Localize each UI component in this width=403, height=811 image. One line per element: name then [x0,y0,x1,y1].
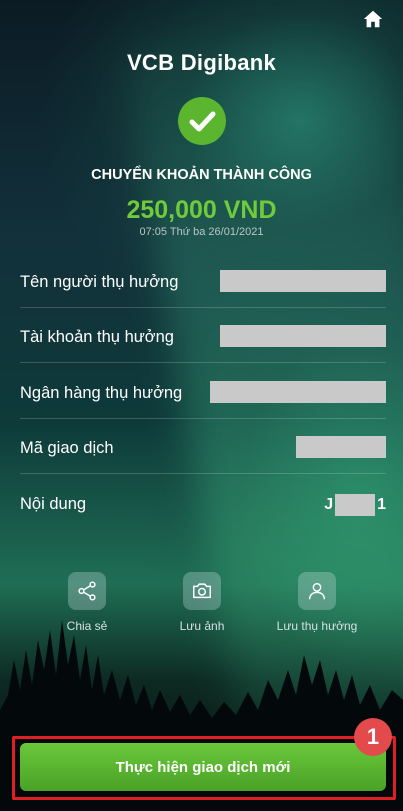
save-image-button[interactable]: Lưu ảnh [157,572,247,633]
detail-label: Ngân hàng thụ hưởng [20,384,183,402]
redacted-value [210,381,386,403]
step-number-badge: 1 [354,718,392,756]
detail-row-transaction-code: Mã giao dịch [20,419,386,474]
status-title: CHUYỂN KHOẢN THÀNH CÔNG [91,167,312,183]
save-beneficiary-button[interactable]: Lưu thụ hưởng [272,572,362,633]
save-beneficiary-label: Lưu thụ hưởng [276,619,358,633]
new-transaction-button[interactable]: Thực hiện giao dịch mới [20,743,386,791]
detail-row-beneficiary-account: Tài khoản thụ hưởng [20,308,386,363]
home-icon[interactable] [362,8,384,30]
share-button[interactable]: Chia sẻ [42,572,132,633]
app-logo: VCB Digibank [0,50,403,76]
redacted-value [220,270,386,292]
redacted-value [220,325,386,347]
detail-label: Mã giao dịch [20,439,114,457]
save-image-label: Lưu ảnh [179,619,225,633]
detail-row-beneficiary-name: Tên người thụ hưởng [20,253,386,308]
share-label: Chia sẻ [66,619,108,633]
transfer-success-screen: VCB Digibank CHUYỂN KHOẢN THÀNH CÔNG 250… [0,0,403,811]
detail-row-beneficiary-bank: Ngân hàng thụ hưởng [20,364,386,419]
logo-brand-strong: VCB [126,50,175,75]
logo-brand-rest: Digibank [180,50,277,75]
detail-label: Nội dung [20,495,87,513]
redacted-value [296,436,386,458]
success-check-icon [178,97,226,145]
redacted-value [335,494,376,516]
detail-row-content: Nội dung J 1 [20,475,386,529]
content-value: J 1 [324,494,386,516]
camera-icon[interactable] [183,572,221,610]
user-icon[interactable] [298,572,336,610]
detail-label: Tài khoản thụ hưởng [20,328,174,346]
content-suffix: 1 [377,496,386,513]
transfer-amount: 250,000 VND [126,196,277,224]
transfer-datetime: 07:05 Thứ ba 26/01/2021 [139,226,264,238]
share-icon[interactable] [68,572,106,610]
detail-label: Tên người thụ hưởng [20,273,179,291]
content-prefix: J [324,496,334,513]
